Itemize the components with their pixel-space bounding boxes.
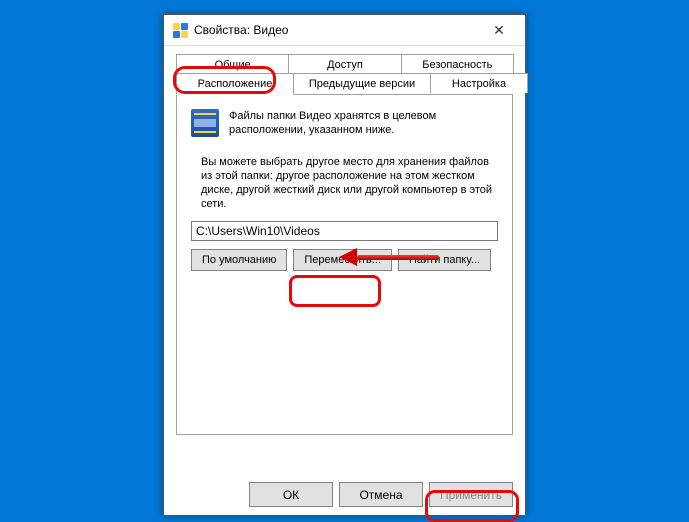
tab-security[interactable]: Безопасность <box>401 54 514 74</box>
apply-button[interactable]: Применить <box>429 482 513 507</box>
tab-access[interactable]: Доступ <box>288 54 401 74</box>
tab-customize[interactable]: Настройка <box>430 73 528 93</box>
folder-video-icon <box>172 22 188 38</box>
ok-button[interactable]: ОК <box>249 482 333 507</box>
cancel-button[interactable]: Отмена <box>339 482 423 507</box>
tab-strip: Общие Доступ Безопасность Расположение П… <box>176 54 513 95</box>
path-input[interactable]: C:\Users\Win10\Videos <box>191 221 498 241</box>
choose-location-description: Вы можете выбрать другое место для хране… <box>201 155 498 211</box>
titlebar[interactable]: Свойства: Видео ✕ <box>164 15 525 46</box>
tab-previous-versions[interactable]: Предыдущие версии <box>293 73 431 93</box>
arrow-annotation-icon <box>339 248 439 266</box>
storage-description: Файлы папки Видео хранятся в целевом рас… <box>229 109 498 137</box>
window-title: Свойства: Видео <box>194 23 477 37</box>
tab-location[interactable]: Расположение <box>176 73 294 95</box>
restore-default-button[interactable]: По умолчанию <box>191 249 287 271</box>
close-icon[interactable]: ✕ <box>477 15 521 45</box>
path-value: C:\Users\Win10\Videos <box>196 224 320 238</box>
dialog-content: Общие Доступ Безопасность Расположение П… <box>164 46 525 435</box>
dialog-footer: ОК Отмена Применить <box>249 482 513 507</box>
tab-general[interactable]: Общие <box>176 54 289 74</box>
video-folder-icon <box>191 109 219 137</box>
